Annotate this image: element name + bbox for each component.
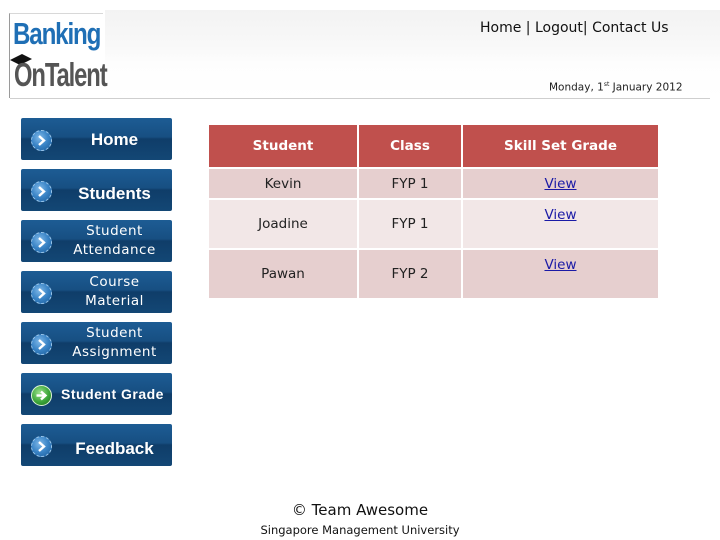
sidebar-item-student-assignment[interactable]: Student Assignment bbox=[21, 322, 172, 364]
sidebar-item-student-grade[interactable]: Student Grade bbox=[21, 373, 172, 415]
student-class: FYP 2 bbox=[359, 250, 461, 298]
column-header-student: Student bbox=[209, 125, 357, 167]
student-class: FYP 1 bbox=[359, 200, 461, 248]
separator: | bbox=[582, 20, 588, 36]
top-nav: Home | Logout| Contact Us bbox=[480, 20, 669, 36]
top-link-logout[interactable]: Logout bbox=[535, 20, 583, 36]
sidebar-item-label: Home bbox=[90, 129, 139, 149]
view-grade-link[interactable]: View bbox=[544, 176, 576, 192]
logo-text-banking: Banking bbox=[13, 16, 101, 51]
chevron-right-icon bbox=[31, 232, 52, 253]
header-divider bbox=[10, 98, 710, 99]
view-grade-link[interactable]: View bbox=[544, 207, 576, 223]
logo-text-talent: OnTalent bbox=[14, 56, 108, 93]
student-name: Kevin bbox=[209, 169, 357, 198]
sidebar-item-label: Student Attendance bbox=[73, 223, 156, 258]
student-name: Joadine bbox=[209, 200, 357, 248]
view-grade-link[interactable]: View bbox=[544, 257, 576, 273]
sidebar-item-students[interactable]: Students bbox=[21, 169, 172, 211]
sidebar-item-label: Feedback bbox=[75, 438, 154, 458]
sidebar-item-student-attendance[interactable]: Student Attendance bbox=[21, 220, 172, 262]
column-header-skill-set-grade: Skill Set Grade bbox=[463, 125, 658, 167]
chevron-right-icon bbox=[31, 130, 52, 151]
sidebar-item-label: Student Assignment bbox=[72, 325, 157, 360]
top-link-home[interactable]: Home bbox=[480, 20, 521, 36]
sidebar-item-home[interactable]: Home bbox=[21, 118, 172, 160]
sidebar-item-feedback[interactable]: Feedback bbox=[21, 424, 172, 466]
table-row: Joadine FYP 1 View bbox=[209, 200, 658, 248]
chevron-right-icon bbox=[31, 334, 52, 355]
sidebar-item-label: Course Material bbox=[85, 274, 144, 309]
logo[interactable]: Banking OnTalent bbox=[9, 13, 108, 98]
footer-institution: Singapore Management University bbox=[260, 523, 460, 537]
top-link-contact-us[interactable]: Contact Us bbox=[592, 20, 668, 36]
student-class: FYP 1 bbox=[359, 169, 461, 198]
separator: | bbox=[525, 20, 531, 36]
sidebar-item-label: Students bbox=[78, 183, 151, 203]
arrow-right-icon bbox=[31, 385, 52, 406]
student-grades-table: Student Class Skill Set Grade Kevin FYP … bbox=[207, 123, 660, 300]
table-header-row: Student Class Skill Set Grade bbox=[209, 125, 658, 167]
sidebar-item-course-material[interactable]: Course Material bbox=[21, 271, 172, 313]
current-date: Monday, 1st January 2012 bbox=[549, 81, 683, 94]
student-name: Pawan bbox=[209, 250, 357, 298]
chevron-right-icon bbox=[31, 436, 52, 457]
table-row: Kevin FYP 1 View bbox=[209, 169, 658, 198]
column-header-class: Class bbox=[359, 125, 461, 167]
footer-copyright: © Team Awesome bbox=[291, 501, 429, 519]
chevron-right-icon bbox=[31, 283, 52, 304]
chevron-right-icon bbox=[31, 181, 52, 202]
sidebar-item-label: Student Grade bbox=[61, 385, 164, 402]
table-row: Pawan FYP 2 View bbox=[209, 250, 658, 298]
